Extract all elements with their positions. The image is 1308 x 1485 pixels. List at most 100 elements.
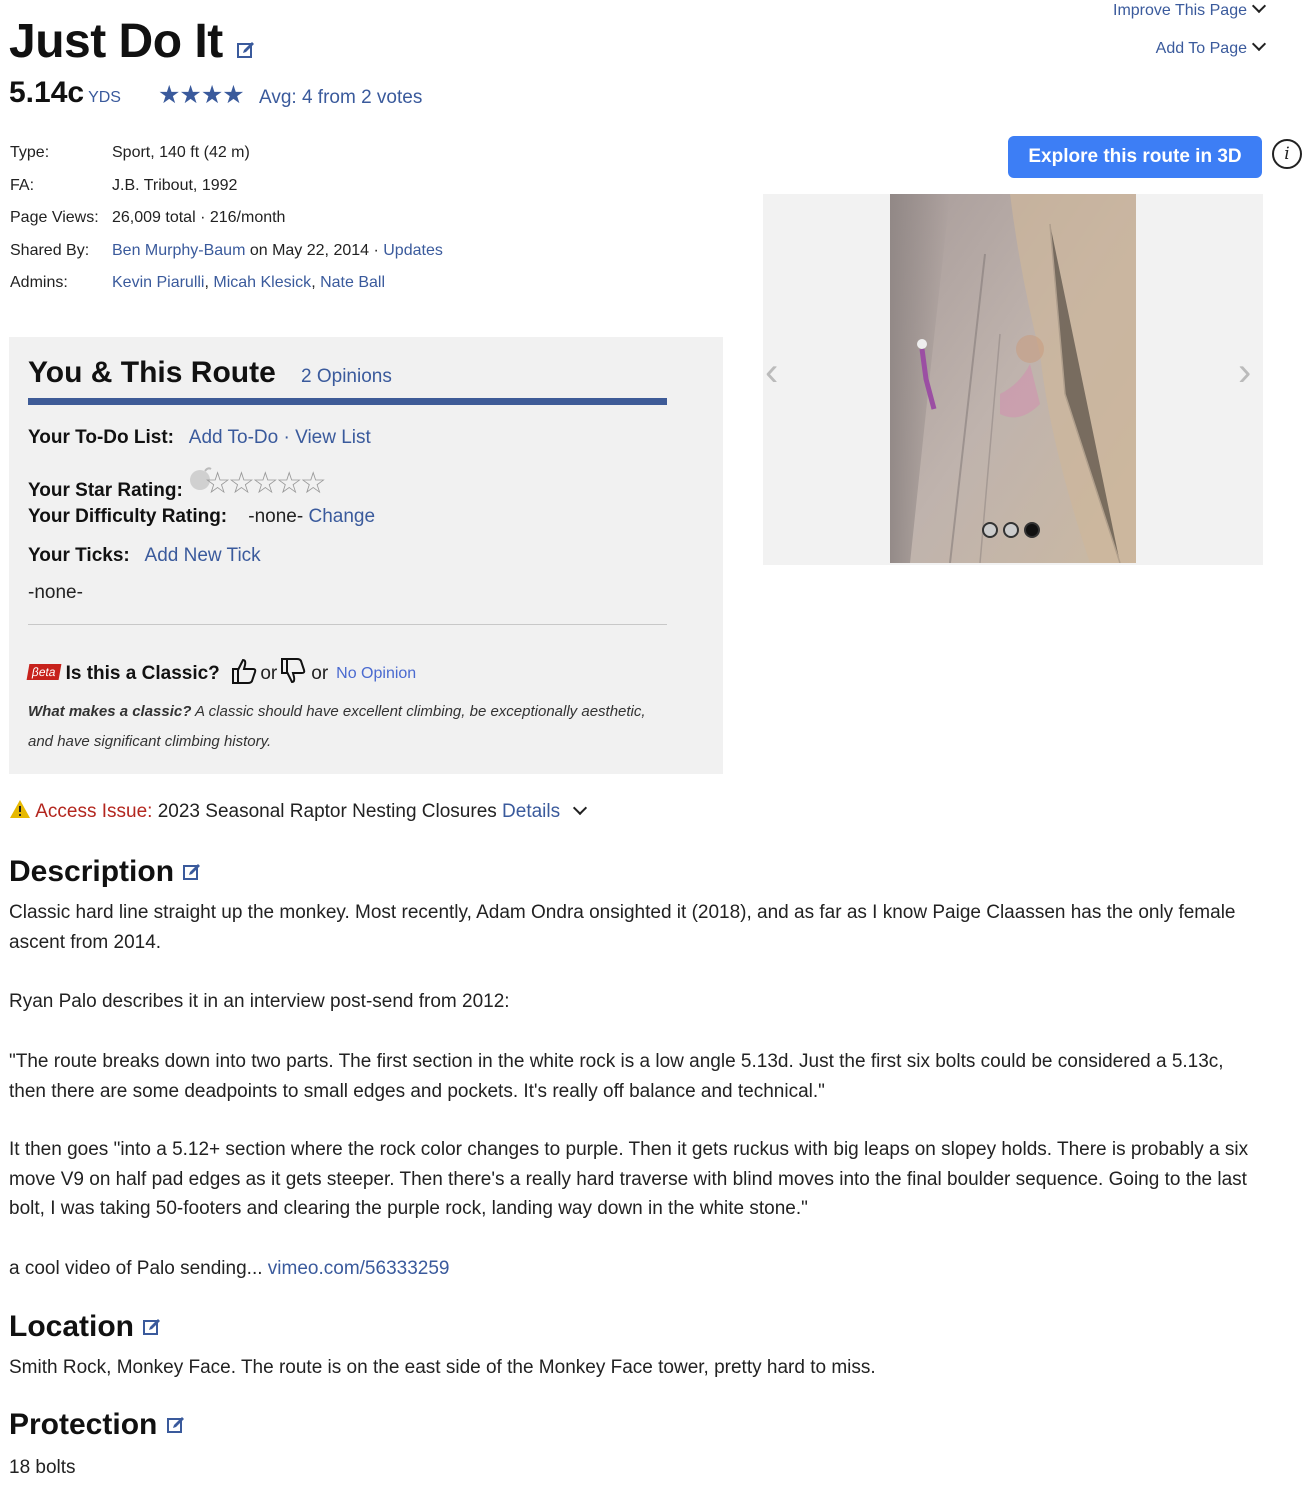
improve-page-label: Improve This Page — [1113, 2, 1247, 19]
route-name: Just Do It — [9, 15, 223, 68]
description-heading-text: Description — [9, 855, 175, 888]
carousel-dots — [982, 522, 1045, 543]
protection-heading-text: Protection — [9, 1408, 158, 1441]
shared-date: on May 22, 2014 · — [245, 241, 384, 259]
route-photo[interactable] — [890, 194, 1136, 563]
views-label: Page Views: — [10, 209, 99, 226]
info-row-admins: Admins: Kevin Piarulli, Micah Klesick, N… — [10, 274, 443, 307]
video-link[interactable]: vimeo.com/56333259 — [268, 1258, 450, 1279]
info-row-type: Type: Sport, 140 ft (42 m) — [10, 144, 443, 177]
fa-label: FA: — [10, 176, 35, 194]
panel-divider — [28, 398, 667, 405]
view-list-link[interactable]: View List — [295, 427, 371, 448]
todo-label: Your To-Do List: — [28, 427, 174, 448]
or-text: or — [260, 663, 278, 684]
difficulty-label: Your Difficulty Rating: — [28, 506, 228, 527]
access-issue: Access Issue: 2023 Seasonal Raptor Nesti… — [9, 799, 588, 823]
beta-badge: βeta — [26, 664, 62, 680]
separator: · — [278, 427, 296, 448]
difficulty-row: Your Difficulty Rating: -none- Change — [28, 506, 375, 528]
description-paragraph: Classic hard line straight up the monkey… — [9, 902, 1236, 953]
admin-link[interactable]: Kevin Piarulli — [112, 274, 204, 291]
description-paragraph: a cool video of Palo sending... vimeo.co… — [9, 1254, 1259, 1284]
info-icon[interactable]: i — [1272, 139, 1302, 169]
you-and-this-route-panel: You & This Route 2 Opinions Your To-Do L… — [9, 337, 723, 774]
description-paragraph: Ryan Palo describes it in an interview p… — [9, 991, 510, 1012]
info-row-shared: Shared By: Ben Murphy-Baum on May 22, 20… — [10, 242, 443, 275]
opinions-link[interactable]: 2 Opinions — [301, 366, 392, 388]
avg-rating-link[interactable]: Avg: 4 from 2 votes — [259, 87, 422, 109]
edit-icon[interactable] — [182, 856, 202, 890]
panel-divider — [28, 624, 667, 625]
warning-icon — [9, 800, 35, 822]
classic-note: What makes a classic? A classic should h… — [28, 697, 668, 757]
ticks-row: Your Ticks: Add New Tick — [28, 545, 261, 567]
explore-3d-button[interactable]: Explore this route in 3D — [1008, 136, 1262, 178]
todo-row: Your To-Do List: Add To-Do · View List — [28, 427, 371, 449]
difficulty-value: -none- — [248, 506, 304, 527]
location-heading: Location — [9, 1310, 162, 1345]
shared-value: Ben Murphy-Baum on May 22, 2014 · Update… — [112, 242, 443, 275]
admin-link[interactable]: Nate Ball — [320, 274, 385, 291]
chevron-right-icon[interactable]: › — [1238, 350, 1251, 395]
separator: , — [311, 274, 321, 291]
description-paragraph: It then goes "into a 5.12+ section where… — [9, 1139, 1249, 1220]
route-info-table: Type: Sport, 140 ft (42 m) FA: J.B. Trib… — [10, 144, 443, 307]
classic-row: βeta Is this a Classic? or or No Opinion — [26, 657, 416, 691]
chevron-down-icon[interactable] — [573, 800, 588, 816]
type-label: Type: — [10, 144, 50, 161]
no-opinion-link[interactable]: No Opinion — [336, 665, 416, 683]
shared-label: Shared By: — [10, 241, 90, 259]
improve-page-menu[interactable]: Improve This Page — [1113, 0, 1267, 20]
access-details-link[interactable]: Details — [502, 801, 560, 822]
shared-by-user-link[interactable]: Ben Murphy-Baum — [112, 242, 245, 259]
route-grade: 5.14c YDS — [9, 76, 121, 110]
type-value: Sport, 140 ft (42 m) — [112, 144, 250, 161]
location-text: Smith Rock, Monkey Face. The route is on… — [9, 1357, 876, 1378]
access-issue-text: 2023 Seasonal Raptor Nesting Closures — [152, 801, 503, 822]
views-value: 26,009 total · 216/month — [112, 209, 286, 226]
location-heading-text: Location — [9, 1310, 134, 1343]
classic-question: Is this a Classic? — [65, 663, 220, 684]
protection-heading: Protection — [9, 1408, 186, 1443]
video-text: a cool video of Palo sending... — [9, 1258, 268, 1279]
edit-icon[interactable] — [142, 1311, 162, 1345]
carousel-dot[interactable] — [1003, 522, 1019, 538]
add-to-page-menu[interactable]: Add To Page — [1155, 36, 1267, 58]
route-title: Just Do It — [9, 14, 256, 72]
chevron-left-icon[interactable]: ‹ — [765, 350, 778, 395]
carousel-dot[interactable] — [982, 522, 998, 538]
empty-star-icons[interactable]: ☆☆☆☆☆ — [204, 467, 326, 500]
ticks-label: Your Ticks: — [28, 545, 130, 566]
admin-link[interactable]: Micah Klesick — [213, 274, 311, 291]
panel-title: You & This Route — [28, 356, 276, 389]
classic-note-heading: What makes a classic? — [28, 703, 192, 720]
grade-value: 5.14c — [9, 76, 85, 109]
star-rating-row: Your Star Rating: ☆☆☆☆☆ — [28, 464, 327, 501]
or-text: or — [311, 663, 329, 684]
access-issue-label: Access Issue: — [35, 801, 153, 822]
fa-value: J.B. Tribout, 1992 — [112, 176, 238, 194]
thumbs-down-icon[interactable] — [279, 657, 307, 691]
add-todo-link[interactable]: Add To-Do — [189, 427, 278, 448]
thumbs-up-icon[interactable] — [230, 657, 258, 691]
info-row-fa: FA: J.B. Tribout, 1992 — [10, 177, 443, 210]
edit-icon[interactable] — [236, 17, 256, 72]
carousel-dot-active[interactable] — [1024, 522, 1040, 538]
updates-link[interactable]: Updates — [383, 242, 443, 259]
info-row-views: Page Views: 26,009 total · 216/month — [10, 209, 443, 242]
change-difficulty-link[interactable]: Change — [308, 506, 375, 527]
add-to-page-label: Add To Page — [1155, 40, 1247, 57]
edit-icon[interactable] — [166, 1409, 186, 1443]
admins-value: Kevin Piarulli, Micah Klesick, Nate Ball — [112, 274, 385, 307]
star-icon-rating: ★★★★ — [158, 81, 245, 109]
star-rating-label: Your Star Rating: — [28, 480, 183, 501]
chevron-down-icon — [1251, 36, 1267, 52]
grade-system-link[interactable]: YDS — [88, 89, 121, 106]
admins-label: Admins: — [10, 274, 68, 291]
protection-text: 18 bolts — [9, 1457, 76, 1478]
description-paragraph: "The route breaks down into two parts. T… — [9, 1051, 1224, 1102]
chevron-down-icon — [1251, 0, 1267, 14]
description-heading: Description — [9, 855, 202, 890]
add-tick-link[interactable]: Add New Tick — [145, 545, 261, 566]
